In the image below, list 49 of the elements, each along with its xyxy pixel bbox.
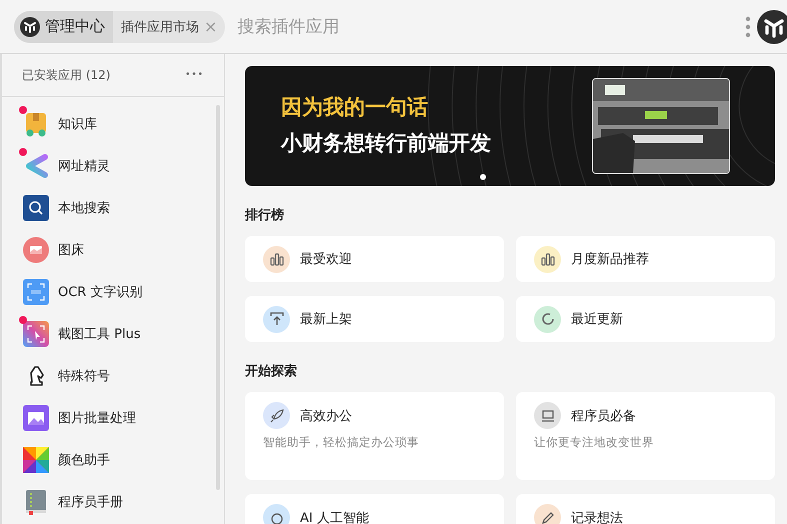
- category-card[interactable]: 月度新品推荐: [516, 236, 775, 282]
- banner[interactable]: 因为我的一句话 小财务想转行前端开发: [245, 66, 775, 186]
- app-item[interactable]: 本地搜索: [2, 187, 224, 229]
- card-description: 智能助手，轻松搞定办公琐事: [263, 435, 420, 450]
- screenshot-icon: [23, 321, 49, 347]
- tab[interactable]: 插件应用市场 ×: [113, 10, 226, 42]
- app-item[interactable]: 知识库: [2, 103, 224, 145]
- scan-icon: [23, 279, 49, 305]
- bar-chart-icon: [534, 246, 561, 272]
- card-description: 让你更专注地改变世界: [534, 435, 655, 450]
- app-item[interactable]: 截图工具 Plus: [2, 313, 224, 355]
- bar-chart-icon: [263, 246, 290, 272]
- book-icon: [23, 489, 49, 515]
- upload-icon: [263, 306, 290, 332]
- sidebar-title: 已安装应用 (12): [22, 66, 110, 84]
- app-item[interactable]: 图床: [2, 229, 224, 271]
- category-card[interactable]: 记录想法: [516, 494, 775, 524]
- image-icon: [23, 237, 49, 263]
- category-card[interactable]: 最近更新: [516, 296, 775, 342]
- gallery-icon: [23, 405, 49, 431]
- banner-subline: 小财务想转行前端开发: [281, 130, 492, 157]
- app-item[interactable]: 特殊符号: [2, 355, 224, 397]
- section-title: 排行榜: [245, 206, 285, 224]
- laptop-icon: [534, 402, 561, 429]
- category-card[interactable]: 高效办公 智能助手，轻松搞定办公琐事: [245, 392, 504, 480]
- category-card[interactable]: 最新上架: [245, 296, 504, 342]
- pencil-icon: [534, 504, 561, 524]
- section-title: 开始探索: [245, 362, 298, 380]
- search-field[interactable]: 搜索插件应用: [235, 16, 440, 38]
- app-item[interactable]: OCR 文字识别: [2, 271, 224, 313]
- category-card[interactable]: 程序员必备 让你更专注地改变世界: [516, 392, 775, 480]
- more-button[interactable]: •••: [185, 70, 204, 80]
- category-card[interactable]: AI 人工智能: [245, 494, 504, 524]
- app-item[interactable]: 程序员手册: [2, 481, 224, 523]
- category-card[interactable]: 最受欢迎: [245, 236, 504, 282]
- box-icon: [23, 111, 49, 137]
- refresh-icon: [534, 306, 561, 332]
- app-item[interactable]: 网址精灵: [2, 145, 224, 187]
- logo-icon: [20, 16, 40, 36]
- logo-icon[interactable]: [757, 10, 787, 44]
- chevron-icon: [23, 153, 49, 179]
- banner-headline: 因为我的一句话: [281, 94, 429, 121]
- app-item[interactable]: 图片批量处理: [2, 397, 224, 439]
- tab[interactable]: 管理中心: [14, 10, 113, 42]
- carousel-dot[interactable]: [480, 174, 486, 180]
- more-icon[interactable]: [745, 16, 751, 38]
- search-icon: [23, 195, 49, 221]
- app-item[interactable]: 颜色助手: [2, 439, 224, 481]
- color-wheel-icon: [23, 447, 49, 473]
